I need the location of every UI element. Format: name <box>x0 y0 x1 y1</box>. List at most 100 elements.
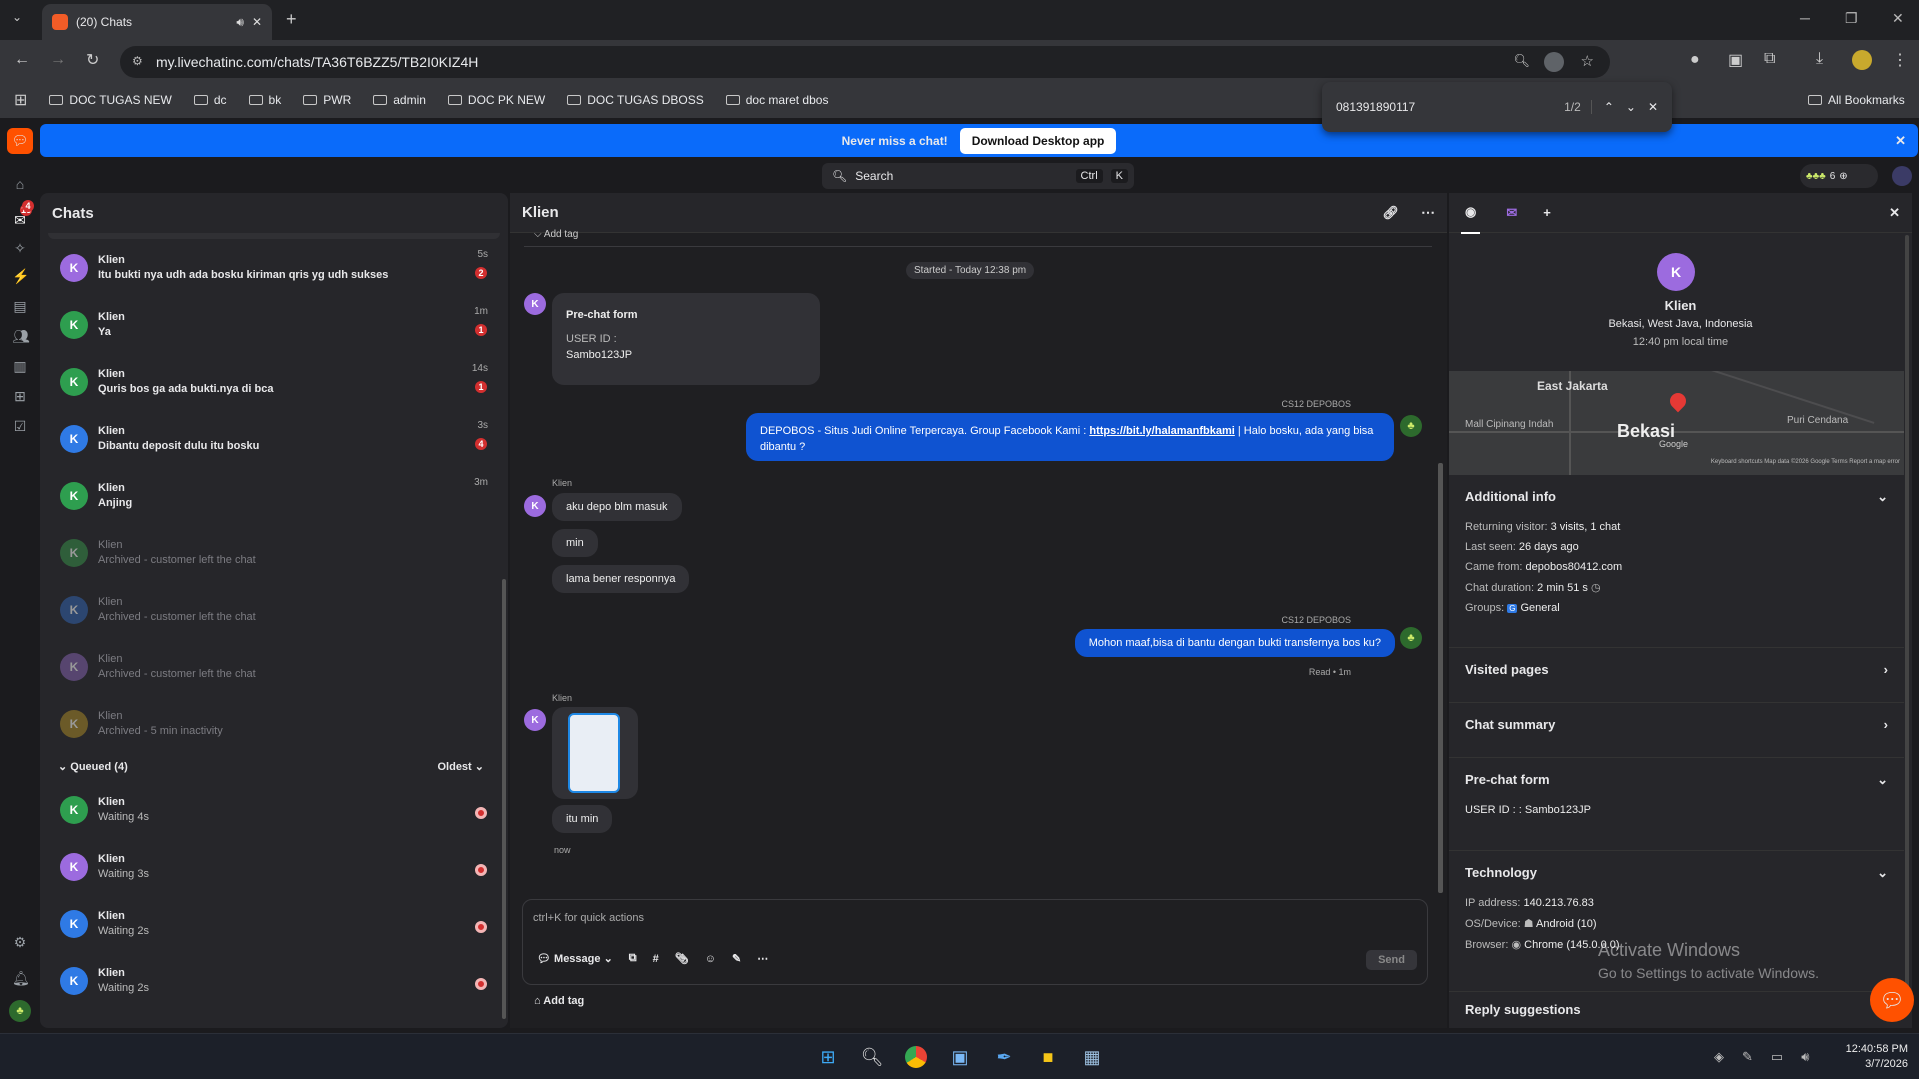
banner-close-icon[interactable]: ✕ <box>1895 133 1906 149</box>
apps-grid-icon[interactable]: ⊞ <box>14 90 27 110</box>
download-desktop-app-button[interactable]: Download Desktop app <box>959 127 1117 154</box>
help-chat-button[interactable]: 💬︎ <box>1870 978 1914 1022</box>
minimize-window-icon[interactable]: ─ <box>1800 10 1810 26</box>
chat-list-item[interactable]: K Klien Archived - customer left the cha… <box>40 524 508 581</box>
tray-app-icon[interactable]: ◈ <box>1714 1049 1724 1065</box>
close-tab-icon[interactable]: ✕ <box>252 15 262 29</box>
find-next-icon[interactable]: ⌄ <box>1626 100 1636 114</box>
image-attachment[interactable] <box>552 707 638 799</box>
team-icon[interactable]: 👥︎ <box>12 328 30 344</box>
find-previous-icon[interactable]: ⌃ <box>1604 100 1614 114</box>
tray-pen-icon[interactable]: ✎ <box>1742 1049 1753 1065</box>
facebook-group-link[interactable]: https://bit.ly/halamanfbkami <box>1089 425 1234 437</box>
close-window-icon[interactable]: ✕ <box>1892 10 1904 27</box>
calculator-icon[interactable]: ▦ <box>1077 1042 1107 1072</box>
chat-list-item[interactable]: K Klien Quris bos ga ada bukti.nya di bc… <box>40 353 508 410</box>
queued-chat-item[interactable]: K Klien Waiting 4s <box>40 781 508 838</box>
chat-summary-section[interactable]: Chat summary › <box>1449 702 1904 746</box>
all-bookmarks[interactable]: All Bookmarks <box>1808 93 1905 107</box>
global-search[interactable]: 🔍︎ Search Ctrl K <box>822 163 1134 189</box>
queued-chat-item[interactable]: K Klien Waiting 3s <box>40 838 508 895</box>
details-scrollbar[interactable] <box>1905 235 1909 1015</box>
emoji-icon[interactable]: ☺ <box>705 953 716 965</box>
profile-avatar[interactable] <box>1852 50 1872 70</box>
sort-dropdown[interactable]: Oldest ⌄ <box>437 760 484 773</box>
additional-info-header[interactable]: Additional info ⌄ <box>1465 489 1888 505</box>
taskbar-clock[interactable]: 12:40:58 PM 3/7/2026 <box>1808 1042 1908 1072</box>
came-from-value[interactable]: depobos80412.com <box>1526 561 1623 573</box>
chat-list-item[interactable]: K Klien Dibantu deposit dulu itu bosku 3… <box>40 410 508 467</box>
chat-list-item[interactable]: K Klien Anjing 3m <box>40 467 508 524</box>
reload-icon[interactable]: ↻ <box>86 50 99 70</box>
tasks-icon[interactable]: ☑ <box>12 418 28 434</box>
more-options-icon[interactable]: ⋯ <box>1421 204 1435 221</box>
bookmark-star-icon[interactable]: ☆ <box>1581 52 1594 70</box>
queued-chat-item[interactable]: K Klien Waiting 2s <box>40 895 508 952</box>
customer-map[interactable]: East Jakarta Mall Cipinang Indah Puri Ce… <box>1449 371 1904 475</box>
home-icon[interactable]: ⌂ <box>12 176 28 192</box>
add-tag-top[interactable]: ⌵ Add tag <box>534 229 578 240</box>
chat-list-item[interactable]: K Klien Archived - customer left the cha… <box>40 581 508 638</box>
canned-response-icon[interactable]: ⧉ <box>629 952 637 965</box>
composer-input[interactable]: ctrl+K for quick actions <box>533 912 644 924</box>
queued-section-header[interactable]: ⌄ Queued (4) Oldest ⌄ <box>40 752 508 781</box>
chat-list-item[interactable]: K Klien Archived - customer left the cha… <box>40 638 508 695</box>
reports-icon[interactable]: ▥ <box>12 358 28 374</box>
find-input[interactable]: 081391890117 <box>1336 100 1552 114</box>
taskbar-search-icon[interactable]: 🔍︎ <box>857 1042 887 1072</box>
add-widget-icon[interactable]: + <box>1543 205 1551 220</box>
tab-capture-icon[interactable]: ▣ <box>1728 50 1743 70</box>
zoom-icon[interactable]: 🔍︎ <box>1513 53 1530 69</box>
address-bar[interactable]: ⚙ my.livechatinc.com/chats/TA36T6BZZ5/TB… <box>120 46 1610 78</box>
more-actions-icon[interactable]: ⋯ <box>757 952 768 965</box>
new-tab-icon[interactable]: + <box>286 9 297 30</box>
add-agent-icon[interactable]: ⊕ <box>1839 171 1847 182</box>
forward-icon[interactable]: → <box>50 51 66 69</box>
chat-list-item[interactable]: K Klien Ya 1m 1 <box>40 296 508 353</box>
prechat-form-header[interactable]: Pre-chat form ⌄ <box>1465 772 1888 788</box>
restore-window-icon[interactable]: ❐ <box>1845 10 1858 27</box>
conversation-scrollbar[interactable] <box>1438 463 1443 893</box>
magic-wand-icon[interactable]: ✎ <box>732 952 741 965</box>
bookmark-folder[interactable]: DOC PK NEW <box>447 93 545 107</box>
chat-list-item[interactable]: K Klien Itu bukti nya udh ada bosku kiri… <box>40 239 508 296</box>
hashtag-icon[interactable]: # <box>653 953 659 965</box>
add-tag-button[interactable]: ⌂ Add tag <box>534 995 584 1007</box>
download-icon[interactable]: ⤓ <box>1816 50 1823 68</box>
notifications-bell-icon[interactable]: 🔔︎ <box>12 970 30 986</box>
bookmark-folder[interactable]: bk <box>248 93 281 107</box>
copilot-tab-icon[interactable]: ✉ <box>1506 205 1517 221</box>
find-close-icon[interactable]: ✕ <box>1648 100 1658 114</box>
active-agents-indicator[interactable]: ♣♣♣ 6 ⊕ <box>1800 164 1878 188</box>
bookmark-folder[interactable]: DOC TUGAS NEW <box>49 93 172 107</box>
chat-list-scrollbar[interactable] <box>502 579 506 1019</box>
chat-list-item[interactable]: K Klien Archived - 5 min inactivity <box>40 695 508 752</box>
automation-icon[interactable]: ⚡ <box>12 268 29 284</box>
bookmark-folder[interactable]: dc <box>193 93 227 107</box>
network-icon[interactable]: ▭ <box>1771 1049 1783 1065</box>
settings-icon[interactable]: ⚙ <box>12 934 28 950</box>
chrome-taskbar-icon[interactable] <box>901 1042 931 1072</box>
tab-search-button[interactable]: ⌄ <box>12 10 22 24</box>
extensions-puzzle-icon[interactable]: ⧉ <box>1764 50 1775 68</box>
browser-tab[interactable]: (20) Chats 🔊︎ ✕ <box>42 4 272 40</box>
sticky-notes-icon[interactable]: ■ <box>1033 1042 1063 1072</box>
bookmark-folder[interactable]: DOC TUGAS DBOSS <box>567 93 704 107</box>
message-composer[interactable]: ctrl+K for quick actions 💬︎ Message ⌄ ⧉ … <box>522 899 1428 985</box>
pen-app-icon[interactable]: ✒ <box>989 1042 1019 1072</box>
find-icon[interactable] <box>1544 52 1564 72</box>
visited-pages-section[interactable]: Visited pages › <box>1449 647 1904 691</box>
apps-icon[interactable]: ⊞ <box>12 388 28 404</box>
speaker-icon[interactable]: 🔊︎ <box>236 15 244 30</box>
status-toggle-icon[interactable] <box>1892 166 1912 186</box>
send-button[interactable]: Send <box>1366 950 1417 970</box>
message-mode-dropdown[interactable]: 💬︎ Message ⌄ <box>537 952 613 965</box>
app-box-icon[interactable]: ▣ <box>945 1042 975 1072</box>
back-icon[interactable]: ← <box>14 51 30 69</box>
browser-menu-icon[interactable]: ⋮ <box>1892 50 1908 70</box>
start-windows-icon[interactable]: ⊞ <box>813 1042 843 1072</box>
attachment-icon[interactable]: 📎︎ <box>675 952 689 965</box>
engage-icon[interactable]: ✧ <box>12 240 28 256</box>
livechat-logo-icon[interactable]: 💬︎ <box>7 128 33 154</box>
agent-avatar[interactable]: ♣ <box>9 1000 31 1022</box>
